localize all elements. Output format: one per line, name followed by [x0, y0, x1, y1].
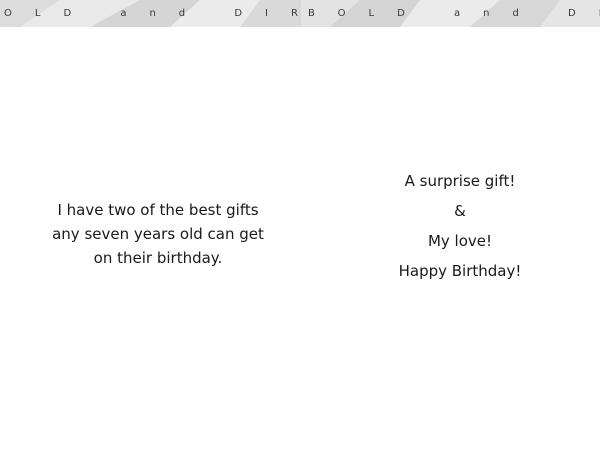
message-line: any seven years old can get: [52, 225, 264, 243]
left-panel-message: I have two of the best gifts any seven y…: [20, 198, 296, 270]
banner-text-right: BOLD and DIREC: [308, 8, 600, 19]
right-panel-message: A surprise gift! & My love! Happy Birthd…: [330, 168, 590, 288]
message-line: &: [454, 202, 466, 220]
header-banner: OLD and DIRECT BOLD and DIREC: [0, 0, 600, 27]
banner-text-left: OLD and DIRECT: [4, 8, 300, 19]
message-line: My love!: [427, 232, 493, 250]
message-line: on their birthday.: [93, 249, 223, 267]
message-line: A surprise gift!: [404, 172, 516, 190]
message-line: Happy Birthday!: [398, 262, 522, 280]
message-line: I have two of the best gifts: [57, 201, 259, 219]
